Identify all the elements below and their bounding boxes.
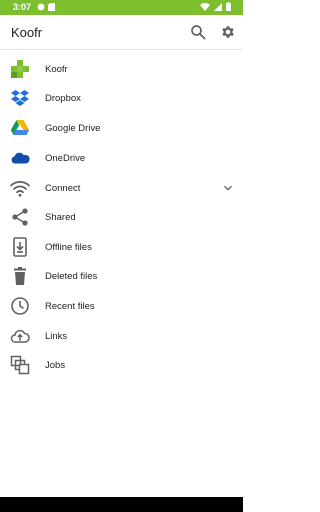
offline-files-icon	[13, 237, 27, 257]
trash-icon	[14, 267, 26, 285]
menu-item-label: OneDrive	[45, 152, 86, 164]
menu-item-links[interactable]: Links	[0, 321, 243, 351]
menu-item-label: Shared	[45, 211, 76, 223]
system-navigation-bar	[0, 497, 243, 512]
menu-item-label: Dropbox	[45, 92, 81, 104]
menu-item-label: Offline files	[45, 241, 92, 253]
menu-item-offline-files[interactable]: Offline files	[0, 232, 243, 262]
menu-item-label: Google Drive	[45, 122, 101, 134]
cell-signal-icon	[214, 2, 222, 11]
menu-item-label: Deleted files	[45, 270, 98, 282]
messaging-icon	[37, 3, 45, 11]
menu-item-label: Jobs	[45, 359, 66, 371]
menu-item-recent-files[interactable]: Recent files	[0, 291, 243, 321]
koofr-logo-icon	[11, 60, 29, 78]
menu-item-google-drive[interactable]: Google Drive	[0, 113, 243, 143]
menu-item-jobs[interactable]: Jobs	[0, 350, 243, 380]
google-drive-icon	[10, 120, 30, 135]
sd-card-icon	[48, 3, 55, 11]
dropbox-icon	[11, 90, 29, 106]
clock-icon	[11, 297, 29, 315]
status-notification-icons	[37, 3, 55, 11]
status-bar: 3:07	[0, 0, 243, 15]
menu-item-onedrive[interactable]: OneDrive	[0, 143, 243, 173]
app-bar: Koofr	[0, 15, 243, 50]
page-title: Koofr	[11, 25, 43, 40]
menu-item-label: Links	[45, 330, 68, 342]
status-system-icons	[200, 2, 231, 11]
menu-item-koofr[interactable]: Koofr	[0, 54, 243, 84]
menu-item-label: Connect	[45, 182, 81, 194]
menu-item-deleted-files[interactable]: Deleted files	[0, 261, 243, 291]
battery-icon	[226, 2, 231, 11]
menu-item-connect[interactable]: Connect	[0, 173, 243, 203]
search-icon[interactable]	[190, 24, 206, 40]
wifi-status-icon	[200, 2, 210, 11]
menu-item-shared[interactable]: Shared	[0, 202, 243, 232]
onedrive-icon	[11, 152, 30, 164]
menu-item-label: Koofr	[45, 63, 68, 75]
menu-item-dropbox[interactable]: Dropbox	[0, 83, 243, 113]
jobs-icon	[10, 355, 30, 375]
wifi-icon	[10, 181, 30, 197]
menu-item-label: Recent files	[45, 300, 95, 312]
cloud-upload-icon	[10, 329, 30, 343]
status-time: 3:07	[13, 2, 32, 12]
share-icon	[12, 208, 28, 226]
chevron-down-icon[interactable]	[222, 182, 234, 194]
gear-icon[interactable]	[220, 24, 236, 40]
